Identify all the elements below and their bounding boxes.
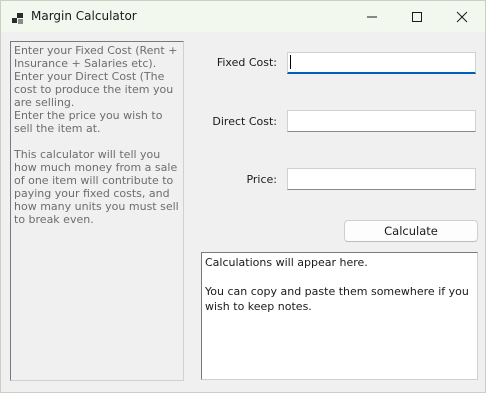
fixed-cost-input[interactable] — [287, 52, 476, 74]
minimize-icon — [367, 16, 377, 18]
instructions-textbox[interactable]: Enter your Fixed Cost (Rent + Insurance … — [10, 41, 184, 381]
maximize-icon — [412, 12, 422, 22]
output-textbox[interactable]: Calculations will appear here. You can c… — [201, 252, 478, 380]
maximize-button[interactable] — [394, 1, 440, 32]
title-bar[interactable]: Margin Calculator — [1, 1, 485, 32]
fixed-cost-label: Fixed Cost: — [216, 56, 277, 69]
close-icon — [456, 11, 468, 23]
window-title: Margin Calculator — [31, 9, 137, 23]
direct-cost-input[interactable] — [287, 110, 476, 132]
price-label: Price: — [246, 173, 277, 186]
app-window: Margin Calculator Enter your Fixed Cost … — [0, 0, 486, 393]
price-input[interactable] — [287, 168, 476, 190]
direct-cost-label: Direct Cost: — [212, 115, 277, 128]
calculate-button[interactable]: Calculate — [344, 220, 478, 242]
client-area: Enter your Fixed Cost (Rent + Insurance … — [1, 32, 485, 392]
close-button[interactable] — [439, 1, 485, 32]
minimize-button[interactable] — [349, 1, 395, 32]
text-caret — [290, 55, 291, 69]
app-icon — [12, 10, 24, 24]
